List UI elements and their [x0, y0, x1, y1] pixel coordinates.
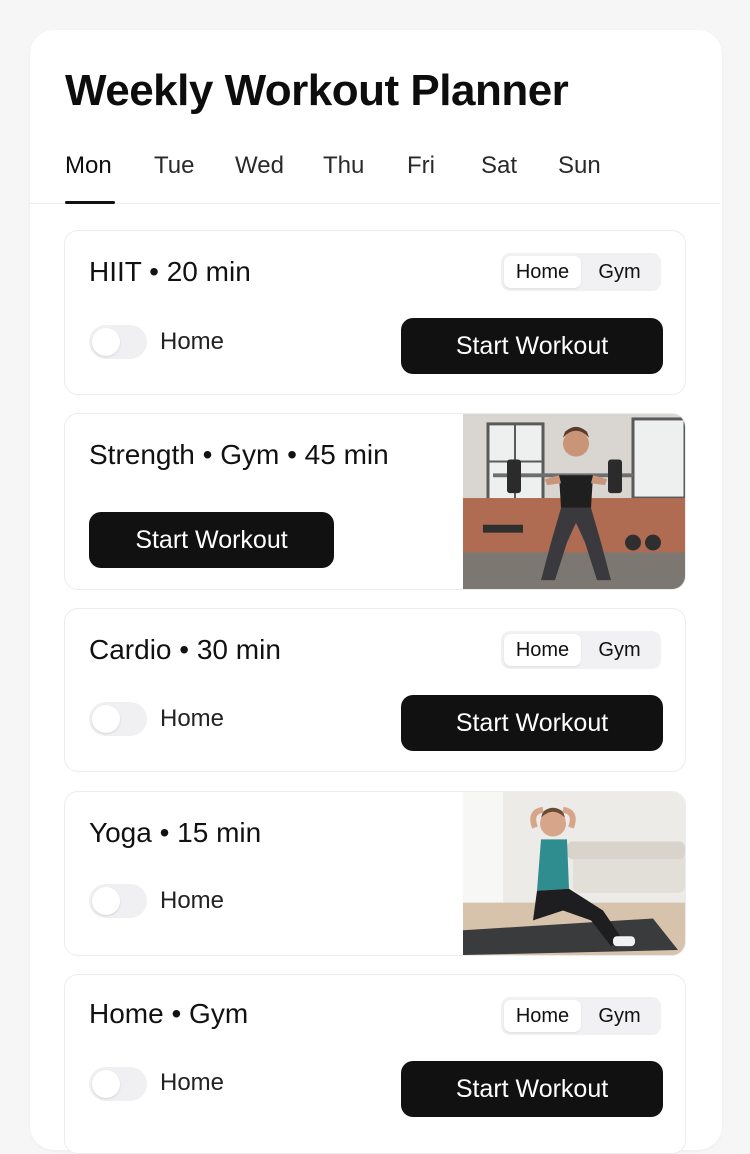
location-segmented-control: Home Gym — [501, 631, 661, 669]
planner-panel: Weekly Workout Planner Mon Tue Wed Thu F… — [30, 30, 722, 1154]
card-title: Yoga • 15 min — [89, 817, 262, 848]
card-title: Cardio • 30 min — [89, 634, 281, 665]
workout-card-cardio: Cardio • 30 min Home Gym Home Start Work… — [64, 608, 686, 772]
tab-thu[interactable]: Thu — [323, 152, 364, 180]
tab-mon[interactable]: Mon — [65, 152, 112, 180]
toggle-label: Home — [160, 328, 225, 355]
tab-sun[interactable]: Sun — [558, 152, 601, 180]
card-title: HIIT • 20 min — [89, 256, 251, 287]
toggle-label: Home — [160, 887, 225, 914]
start-workout-button[interactable]: Start Workout — [401, 318, 663, 374]
toggle-knob — [92, 887, 120, 915]
toggle-knob — [92, 328, 120, 356]
yoga-situp-photo — [463, 792, 685, 955]
start-workout-button[interactable]: Start Workout — [401, 695, 663, 751]
home-toggle[interactable] — [89, 1067, 147, 1101]
location-segmented-control: Home Gym — [501, 253, 661, 291]
segment-gym[interactable]: Gym — [581, 634, 658, 666]
barbell-squat-photo — [463, 414, 685, 589]
tab-wed[interactable]: Wed — [235, 152, 284, 180]
segment-home[interactable]: Home — [504, 1000, 581, 1032]
segment-gym[interactable]: Gym — [581, 256, 658, 288]
toggle-label: Home — [160, 705, 225, 732]
segment-home[interactable]: Home — [504, 256, 581, 288]
location-segmented-control: Home Gym — [501, 997, 661, 1035]
workout-card-home-gym: Home • Gym Home Gym Home Start Workout — [64, 974, 686, 1154]
segment-gym[interactable]: Gym — [581, 1000, 658, 1032]
home-toggle[interactable] — [89, 702, 147, 736]
home-toggle[interactable] — [89, 884, 147, 918]
home-toggle[interactable] — [89, 325, 147, 359]
toggle-knob — [92, 1070, 120, 1098]
toggle-knob — [92, 705, 120, 733]
start-workout-button[interactable]: Start Workout — [89, 512, 334, 568]
tab-tue[interactable]: Tue — [154, 152, 194, 180]
card-title: Home • Gym — [89, 998, 249, 1029]
workout-card-strength: Strength • Gym • 45 min Start Workout — [64, 413, 686, 590]
card-title: Strength • Gym • 45 min — [89, 439, 389, 470]
workout-card-yoga: Yoga • 15 min Home — [64, 791, 686, 956]
start-workout-button[interactable]: Start Workout — [401, 1061, 663, 1117]
page-title: Weekly Workout Planner — [65, 66, 569, 115]
tab-sat[interactable]: Sat — [481, 152, 517, 180]
tab-fri[interactable]: Fri — [407, 152, 435, 180]
active-tab-indicator — [65, 201, 115, 204]
segment-home[interactable]: Home — [504, 634, 581, 666]
workout-card-hiit: HIIT • 20 min Home Gym Home Start Workou… — [64, 230, 686, 395]
day-tabs: Mon Tue Wed Thu Fri Sat Sun — [30, 150, 720, 204]
toggle-label: Home — [160, 1069, 225, 1096]
